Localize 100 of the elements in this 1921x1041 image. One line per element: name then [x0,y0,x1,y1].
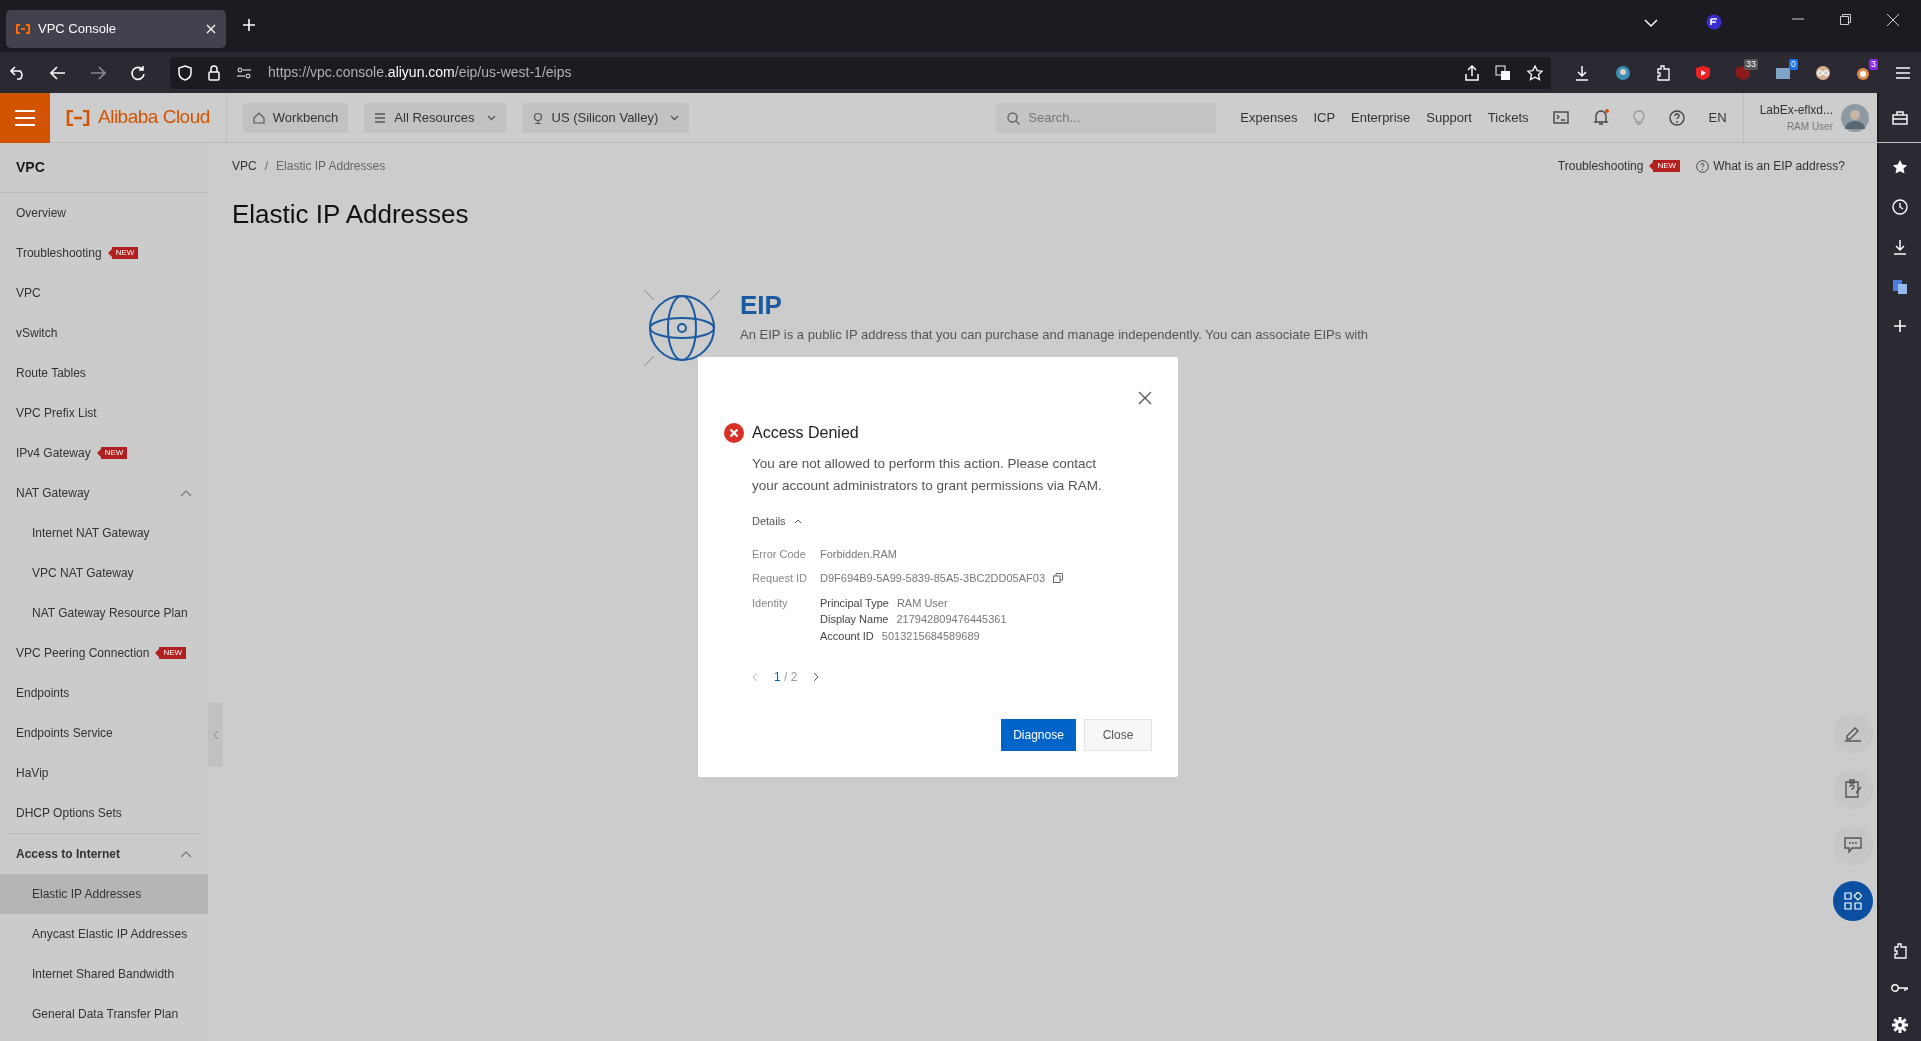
chevron-down-icon[interactable] [1644,18,1658,28]
back-icon[interactable] [50,65,66,80]
edit-button[interactable] [1833,713,1873,753]
diagnose-button[interactable]: Diagnose [1001,719,1076,751]
header-menu-button[interactable]: All Resources [364,102,506,133]
breadcrumb-item[interactable]: Elastic IP Addresses [276,157,386,175]
extension-icon[interactable] [1615,64,1631,81]
browser-tab[interactable]: VPC Console [6,10,226,48]
details-toggle[interactable]: Details [752,513,802,530]
star-icon[interactable] [1892,159,1908,175]
header-link[interactable]: Expenses [1240,107,1298,128]
sidebar-item[interactable]: VPC NAT Gateway [0,553,208,593]
help-link[interactable]: What is an EIP address? [1696,157,1845,175]
language-label[interactable]: EN [1708,107,1727,128]
dialog-message: You are not allowed to perform this action. Please contact your account administrators to grant permissions via RAM. [752,455,1103,495]
close-icon[interactable] [1138,391,1152,405]
glasses-icon[interactable] [1815,64,1831,81]
sidebar-item[interactable]: Elastic IP Addresses [0,874,208,914]
menu-icon[interactable] [1895,64,1911,81]
collapse-handle[interactable] [208,703,223,767]
next-page-icon[interactable] [813,672,820,682]
sidebar-item[interactable]: Internet Shared Bandwidth [0,954,208,994]
header-link[interactable]: ICP [1313,107,1336,128]
toolbox-icon[interactable] [1892,110,1908,125]
troubleshooting-link[interactable]: Troubleshooting [1557,157,1644,175]
header-menu-button[interactable]: US (Silicon Valley) [521,102,690,133]
download-icon[interactable] [1575,64,1591,81]
location-pin-icon [531,111,544,124]
forward-icon[interactable] [90,65,106,80]
breadcrumb-item[interactable]: VPC [232,157,257,175]
menu-icon [15,109,35,126]
sidebar-item[interactable]: General Data Transfer Plan [0,994,208,1034]
extension-icon[interactable] [1706,14,1722,30]
apps-button[interactable] [1833,881,1873,921]
sidebar-item[interactable]: Endpoints [0,673,208,713]
translate-icon[interactable] [1892,279,1908,295]
key-icon[interactable] [1891,983,1909,993]
clock-icon[interactable] [1892,199,1908,215]
sidebar-item[interactable]: vSwitch [0,313,208,353]
sidebar-item[interactable]: DHCP Options Sets [0,793,208,833]
sidebar-item[interactable]: Endpoints Service [0,713,208,753]
sidebar-item[interactable]: Anycast Elastic IP Addresses [0,914,208,954]
new-tab-icon[interactable] [242,18,256,32]
menu-button[interactable] [0,92,50,143]
user-name[interactable]: LabEx-eflxd... [1759,101,1833,119]
chevron-up-icon [180,850,192,858]
close-button[interactable]: Close [1084,719,1152,751]
field-value: D9F694B9-5A99-5839-85A5-3BC2DD05AF03 [820,571,1046,586]
sidebar-item[interactable]: Troubleshooting NEW [0,233,208,273]
new-badge: NEW [111,247,139,259]
puzzle-icon[interactable] [1655,64,1671,81]
sidebar-title: VPC [16,158,45,177]
settings-icon[interactable] [1892,1017,1908,1033]
field-label: Principal Type [820,595,889,611]
sidebar-item[interactable]: HaVip [0,753,208,793]
play-shield-icon[interactable] [1695,64,1711,81]
reload-icon[interactable] [130,64,146,81]
permissions-icon[interactable] [236,66,252,79]
sidebar-group[interactable]: NAT Gateway [0,473,208,513]
copy-icon[interactable] [1053,573,1064,584]
close-window-icon[interactable] [1887,14,1899,26]
avatar-icon[interactable] [1841,103,1869,132]
header-menu-button[interactable]: Workbench [242,102,349,133]
sidebar-item[interactable]: VPC Prefix List [0,393,208,433]
search-icon [1007,111,1021,125]
clipboard-question-button[interactable] [1833,769,1873,809]
puzzle-icon[interactable] [1892,943,1908,959]
sidebar-item[interactable]: NAT Gateway Resource Plan [0,593,208,633]
bell-icon[interactable] [1592,109,1609,126]
sidebar-item[interactable]: VPC [0,273,208,313]
plus-icon[interactable] [1893,319,1907,333]
sidebar-item[interactable]: Internet NAT Gateway [0,513,208,553]
header-link[interactable]: Support [1426,107,1472,128]
search-field[interactable]: Search... [996,102,1217,133]
download-icon[interactable] [1893,239,1907,255]
share-icon[interactable] [1465,64,1479,81]
lock-icon[interactable] [208,64,220,81]
header-link[interactable]: Tickets [1487,107,1529,128]
sidebar-item[interactable]: Route Tables [0,353,208,393]
sidebar-group[interactable]: Access to Internet [0,834,208,874]
field-label: Account ID [820,628,874,644]
restore-icon[interactable] [1840,14,1851,25]
shield-icon[interactable] [178,64,192,81]
field-label: Error Code [752,546,807,562]
header-link[interactable]: Enterprise [1351,107,1411,128]
eip-description: An EIP is a public IP address that you can purchase and manage independently. You can associate EIPs with [740,326,1369,345]
terminal-icon[interactable] [1552,111,1569,124]
undo-icon[interactable] [10,65,26,80]
star-icon[interactable] [1527,64,1543,81]
address-bar[interactable]: https://vpc.console.aliyun.com/eip/us-west-1/eips [170,56,1551,89]
apps-icon [1844,892,1862,910]
help-icon[interactable] [1668,109,1685,126]
sidebar-item[interactable]: IPv4 Gateway NEW [0,433,208,473]
clipboard-question-icon [1843,779,1863,799]
sidebar-item[interactable]: VPC Peering Connection NEW [0,633,208,673]
new-badge: NEW [100,447,128,459]
sidebar-item[interactable]: Overview [0,193,208,233]
translate-icon[interactable] [1495,64,1511,81]
chat-button[interactable] [1833,825,1873,865]
error-icon [724,423,744,443]
